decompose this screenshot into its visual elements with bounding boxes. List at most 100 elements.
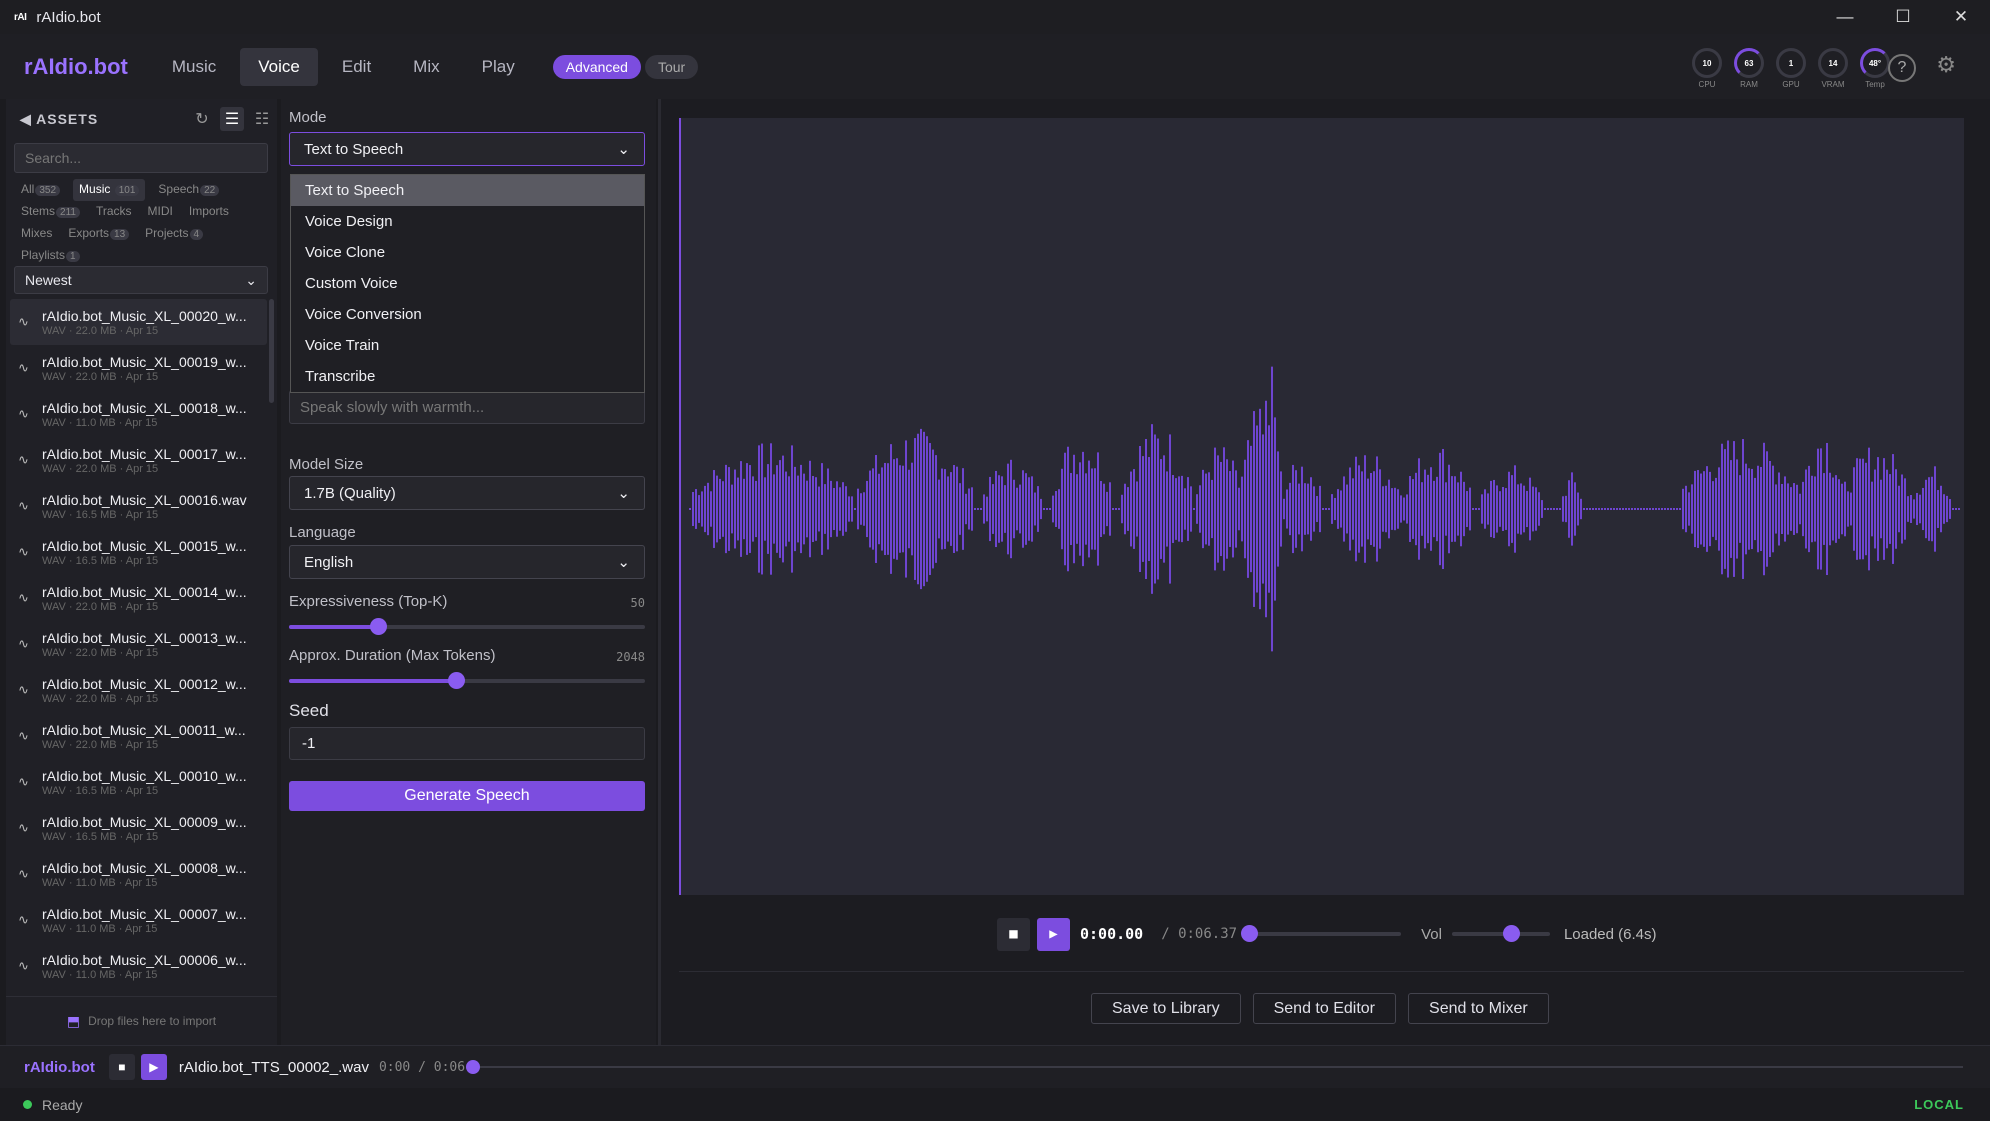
file-list-item[interactable]: ∿ rAIdio.bot_Music_XL_00018_w... WAV · 11.… <box>10 391 267 437</box>
filter-playlists[interactable]: Playlists 1 <box>18 245 83 267</box>
file-name: rAIdio.bot_Music_XL_00018_w... <box>42 399 247 416</box>
tab-voice[interactable]: Voice <box>240 47 318 86</box>
mode-option[interactable]: Voice Conversion <box>291 299 644 330</box>
file-list-item[interactable]: ∿ rAIdio.bot_Music_XL_00010_w... WAV · 16.… <box>10 759 267 805</box>
file-list-item[interactable]: ∿ rAIdio.bot_Music_XL_00012_w... WAV · 22.… <box>10 667 267 713</box>
tab-edit[interactable]: Edit <box>324 48 389 86</box>
mini-player: rAIdio.bot ■ ▶ rAIdio.bot_TTS_00002_.wav… <box>0 1045 1990 1088</box>
mini-progress-knob[interactable] <box>466 1060 480 1074</box>
file-list-item[interactable]: ∿ rAIdio.bot_Music_XL_00014_w... WAV · 22.… <box>10 575 267 621</box>
volume-label: Vol <box>1421 925 1442 943</box>
grid-view-icon[interactable]: ☷ <box>250 107 274 131</box>
volume-knob[interactable] <box>1502 925 1520 942</box>
audio-wave-icon: ∿ <box>18 498 29 513</box>
file-list-item[interactable]: ∿ rAIdio.bot_Music_XL_00016.wav WAV · 16.5… <box>10 483 267 529</box>
send-to-editor-button[interactable]: Send to Editor <box>1252 993 1397 1024</box>
filter-all[interactable]: All 352 <box>18 179 63 201</box>
file-list-scrollbar[interactable] <box>269 299 274 403</box>
filter-stems[interactable]: Stems 211 <box>18 201 83 223</box>
send-to-mixer-button[interactable]: Send to Mixer <box>1408 993 1549 1024</box>
gear-icon[interactable]: ⚙ <box>1936 52 1956 78</box>
file-list-item[interactable]: ∿ rAIdio.bot_Music_XL_00009_w... WAV · 16.… <box>10 805 267 851</box>
cpu-label: CPU <box>1698 80 1716 89</box>
expressiveness-slider[interactable] <box>289 618 645 635</box>
seed-input[interactable] <box>289 727 645 760</box>
mini-progress[interactable] <box>466 1060 1963 1074</box>
tab-music[interactable]: Music <box>154 48 234 86</box>
title-bar: rAI rAIdio.bot — ☐ ✕ <box>0 0 1990 34</box>
mode-option[interactable]: Transcribe <box>291 361 644 392</box>
mini-play-button[interactable]: ▶ <box>140 1054 167 1080</box>
mode-option[interactable]: Voice Design <box>291 206 644 237</box>
help-icon[interactable]: ? <box>1888 54 1916 82</box>
seek-slider[interactable] <box>1241 925 1402 942</box>
mode-select[interactable]: Text to Speech ⌄ <box>289 132 645 166</box>
window-title: rAIdio.bot <box>36 8 101 26</box>
language-select[interactable]: English ⌄ <box>289 545 645 579</box>
mode-option[interactable]: Voice Clone <box>291 237 644 268</box>
generate-speech-button[interactable]: Generate Speech <box>289 781 645 811</box>
instruction-input[interactable] <box>289 390 645 424</box>
assets-toolbar: ↻ ☰ ☷ <box>190 107 274 131</box>
sort-select[interactable]: Newest ⌄ <box>14 266 268 294</box>
slider-knob[interactable] <box>370 618 387 635</box>
file-list-item[interactable]: ∿ rAIdio.bot_Music_XL_00007_w... WAV · 11.… <box>10 897 267 943</box>
minimize-icon[interactable]: — <box>1816 0 1874 34</box>
model-size-value: 1.7B (Quality) <box>304 484 396 502</box>
file-name: rAIdio.bot_Music_XL_00020_w... <box>42 307 247 324</box>
tour-button[interactable]: Tour <box>644 54 699 79</box>
file-list-item[interactable]: ∿ rAIdio.bot_Music_XL_00011_w... WAV · 22.… <box>10 713 267 759</box>
voice-settings-panel: Mode Text to Speech ⌄ Text to Speech Voice… <box>281 99 656 1045</box>
audio-wave-icon: ∿ <box>18 544 29 559</box>
advanced-toggle[interactable]: Advanced <box>552 54 641 79</box>
filter-tracks[interactable]: Tracks <box>93 201 135 222</box>
list-view-icon[interactable]: ☰ <box>220 107 244 131</box>
file-name: rAIdio.bot_Music_XL_00017_w... <box>42 445 247 462</box>
file-name: rAIdio.bot_Music_XL_00013_w... <box>42 629 247 646</box>
file-list-item[interactable]: ∿ rAIdio.bot_Music_XL_00017_w... WAV · 22.… <box>10 437 267 483</box>
asset-search-input[interactable] <box>14 143 268 173</box>
filter-projects[interactable]: Projects 4 <box>142 223 206 245</box>
mode-option[interactable]: Custom Voice <box>291 268 644 299</box>
filter-exports[interactable]: Exports 13 <box>65 223 132 245</box>
seek-knob[interactable] <box>1241 925 1259 942</box>
close-icon[interactable]: ✕ <box>1932 0 1990 34</box>
tab-mix[interactable]: Mix <box>395 48 457 86</box>
model-size-label: Model Size <box>289 456 364 473</box>
refresh-icon[interactable]: ↻ <box>190 107 214 131</box>
drop-zone[interactable]: ⬒ Drop files here to import <box>6 996 277 1045</box>
logo[interactable]: rAIdio.bot <box>24 54 128 80</box>
filter-speech[interactable]: Speech 22 <box>155 179 222 201</box>
play-button[interactable]: ▶ <box>1037 917 1070 951</box>
file-name: rAIdio.bot_Music_XL_00006_w... <box>42 951 247 968</box>
file-list-item[interactable]: ∿ rAIdio.bot_Music_XL_00019_w... WAV · 22.… <box>10 345 267 391</box>
save-to-library-button[interactable]: Save to Library <box>1091 993 1241 1024</box>
maximize-icon[interactable]: ☐ <box>1874 0 1932 34</box>
filter-music[interactable]: Music 101 <box>73 179 146 201</box>
file-list-item[interactable]: ∿ rAIdio.bot_Music_XL_00020_w... WAV · 22.… <box>10 299 267 345</box>
duration-slider[interactable] <box>289 672 645 689</box>
mode-option[interactable]: Voice Train <box>291 330 644 361</box>
volume-slider[interactable] <box>1451 925 1550 942</box>
slider-knob[interactable] <box>448 672 466 689</box>
language-value: English <box>304 553 354 571</box>
file-name: rAIdio.bot_Music_XL_00012_w... <box>42 675 247 692</box>
filter-imports[interactable]: Imports <box>186 201 232 222</box>
file-list-item[interactable]: ∿ rAIdio.bot_Music_XL_00013_w... WAV · 22.… <box>10 621 267 667</box>
model-size-select[interactable]: 1.7B (Quality) ⌄ <box>289 476 645 510</box>
collapse-icon[interactable]: ◀ <box>20 111 36 127</box>
file-list-item[interactable]: ∿ rAIdio.bot_Music_XL_00008_w... WAV · 11.… <box>10 851 267 897</box>
mini-stop-button[interactable]: ■ <box>108 1054 135 1080</box>
tab-play[interactable]: Play <box>464 48 533 86</box>
waveform-display[interactable] <box>679 118 1964 895</box>
assets-header[interactable]: ◀ ASSETS <box>20 111 98 128</box>
file-name: rAIdio.bot_Music_XL_00014_w... <box>42 583 247 600</box>
stop-button[interactable]: ■ <box>997 917 1030 951</box>
filter-mixes[interactable]: Mixes <box>18 223 55 244</box>
mode-option[interactable]: Text to Speech <box>291 175 644 206</box>
mode-dropdown: Text to Speech Voice Design Voice Clone Cus… <box>290 174 645 393</box>
audio-wave-icon: ∿ <box>18 820 29 835</box>
file-list-item[interactable]: ∿ rAIdio.bot_Music_XL_00006_w... WAV · 11.… <box>10 943 267 989</box>
file-list-item[interactable]: ∿ rAIdio.bot_Music_XL_00015_w... WAV · 16.… <box>10 529 267 575</box>
filter-midi[interactable]: MIDI <box>145 201 176 222</box>
